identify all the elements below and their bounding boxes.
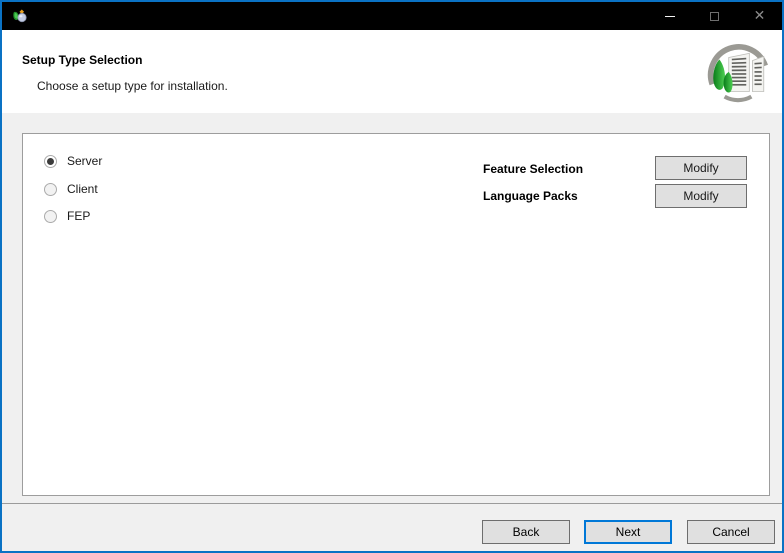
radio-option-fep[interactable]: FEP xyxy=(44,208,90,224)
close-icon: ✕ xyxy=(754,9,766,23)
radio-icon xyxy=(44,210,57,223)
minimize-icon xyxy=(665,16,675,17)
app-icon xyxy=(12,8,28,24)
maximize-icon xyxy=(710,12,719,21)
feature-selection-label: Feature Selection xyxy=(483,162,583,176)
cancel-button[interactable]: Cancel xyxy=(687,520,775,544)
radio-label: Client xyxy=(67,182,98,196)
radio-label: FEP xyxy=(67,209,90,223)
radio-icon xyxy=(44,155,57,168)
radio-option-client[interactable]: Client xyxy=(44,181,98,197)
caption-controls: ✕ xyxy=(647,2,782,30)
language-packs-modify-button[interactable]: Modify xyxy=(655,184,747,208)
maximize-button[interactable] xyxy=(692,2,737,30)
next-button[interactable]: Next xyxy=(584,520,672,544)
footer-separator xyxy=(2,503,782,504)
installer-window: ✕ Setup Type Selection Choose a setup ty… xyxy=(0,0,784,553)
product-logo-icon xyxy=(704,43,772,107)
radio-icon xyxy=(44,183,57,196)
setup-type-panel: Server Client FEP Feature Selection Modi… xyxy=(22,133,770,496)
page-subtitle: Choose a setup type for installation. xyxy=(37,79,228,93)
minimize-button[interactable] xyxy=(647,2,692,30)
radio-option-server[interactable]: Server xyxy=(44,153,102,169)
header: Setup Type Selection Choose a setup type… xyxy=(2,30,782,113)
radio-label: Server xyxy=(67,154,102,168)
titlebar[interactable]: ✕ xyxy=(2,2,782,30)
back-button[interactable]: Back xyxy=(482,520,570,544)
page-title: Setup Type Selection xyxy=(22,53,142,67)
language-packs-label: Language Packs xyxy=(483,189,578,203)
feature-selection-modify-button[interactable]: Modify xyxy=(655,156,747,180)
close-button[interactable]: ✕ xyxy=(737,2,782,30)
